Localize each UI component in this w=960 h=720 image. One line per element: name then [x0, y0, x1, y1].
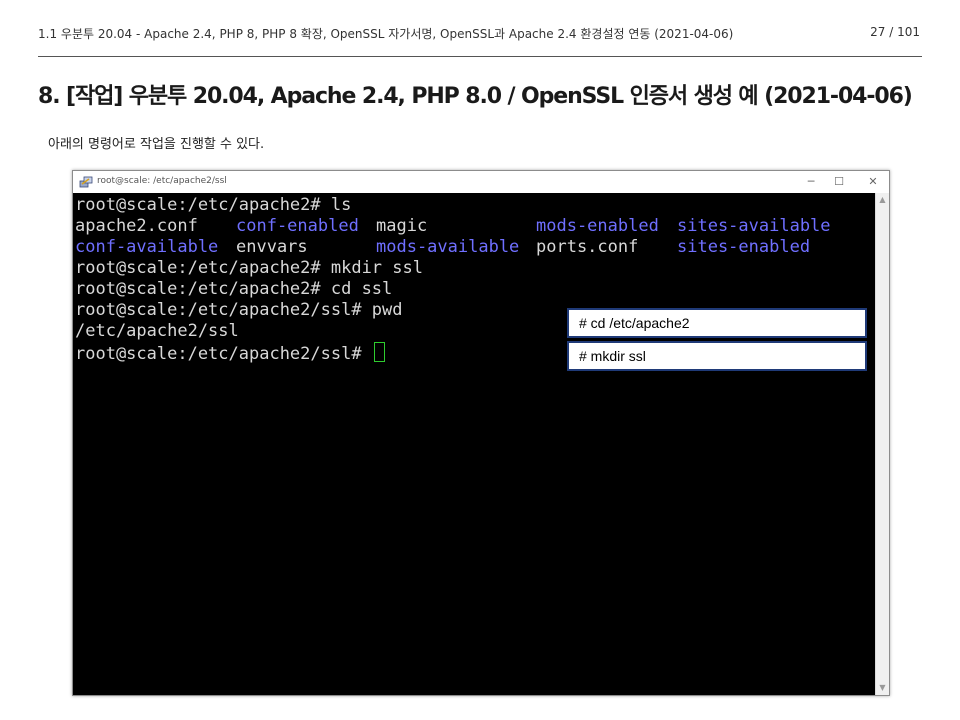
close-button[interactable]: ✕ — [865, 174, 881, 190]
terminal-line: root@scale:/etc/apache2# mkdir ssl — [75, 258, 423, 278]
terminal-cursor — [373, 342, 385, 362]
maximize-button[interactable]: ☐ — [831, 174, 847, 190]
terminal-content[interactable]: root@scale:/etc/apache2# ls apache2.conf… — [73, 193, 876, 695]
ls-output-row: apache2.conf conf-enabled magic mods-ena… — [75, 216, 875, 237]
header-divider — [38, 56, 922, 57]
putty-icon — [79, 176, 93, 188]
terminal-prompt: root@scale:/etc/apache2/ssl# — [75, 344, 372, 364]
ls-directory: sites-available — [677, 216, 831, 236]
terminal-line: /etc/apache2/ssl — [75, 321, 239, 341]
ls-file: envvars — [236, 237, 308, 257]
command-callout: # cd /etc/apache2 — [567, 308, 867, 338]
ls-directory: mods-enabled — [536, 216, 659, 236]
vertical-scrollbar[interactable]: ▲ ▼ — [875, 193, 889, 695]
terminal-line: root@scale:/etc/apache2# ls — [75, 195, 352, 215]
ls-output-row: conf-available envvars mods-available po… — [75, 237, 875, 258]
ls-directory: mods-available — [376, 237, 520, 257]
ls-file: ports.conf — [536, 237, 639, 257]
ls-file: apache2.conf — [75, 216, 198, 236]
window-titlebar[interactable]: root@scale: /etc/apache2/ssl ─ ☐ ✕ — [73, 171, 889, 194]
terminal-prompt-line: root@scale:/etc/apache2/ssl# — [75, 342, 385, 364]
page-title: 8. [작업] 우분투 20.04, Apache 2.4, PHP 8.0 /… — [38, 84, 913, 109]
terminal-line: root@scale:/etc/apache2/ssl# pwd — [75, 300, 403, 320]
intro-text: 아래의 명령어로 작업을 진행할 수 있다. — [48, 137, 265, 152]
header-breadcrumb: 1.1 우분투 20.04 - Apache 2.4, PHP 8, PHP 8… — [38, 27, 734, 41]
ls-file: magic — [376, 216, 428, 236]
scroll-down-arrow-icon[interactable]: ▼ — [876, 681, 889, 695]
ls-directory: sites-enabled — [677, 237, 811, 257]
scroll-up-arrow-icon[interactable]: ▲ — [876, 193, 889, 207]
minimize-button[interactable]: ─ — [803, 174, 819, 190]
ls-directory: conf-enabled — [236, 216, 359, 236]
page-number: 27 / 101 — [870, 25, 920, 39]
terminal-window: root@scale: /etc/apache2/ssl ─ ☐ ✕ root@… — [72, 170, 890, 696]
window-title: root@scale: /etc/apache2/ssl — [97, 176, 227, 186]
command-callout: # mkdir ssl — [567, 341, 867, 371]
terminal-line: root@scale:/etc/apache2# cd ssl — [75, 279, 393, 299]
ls-directory: conf-available — [75, 237, 219, 257]
